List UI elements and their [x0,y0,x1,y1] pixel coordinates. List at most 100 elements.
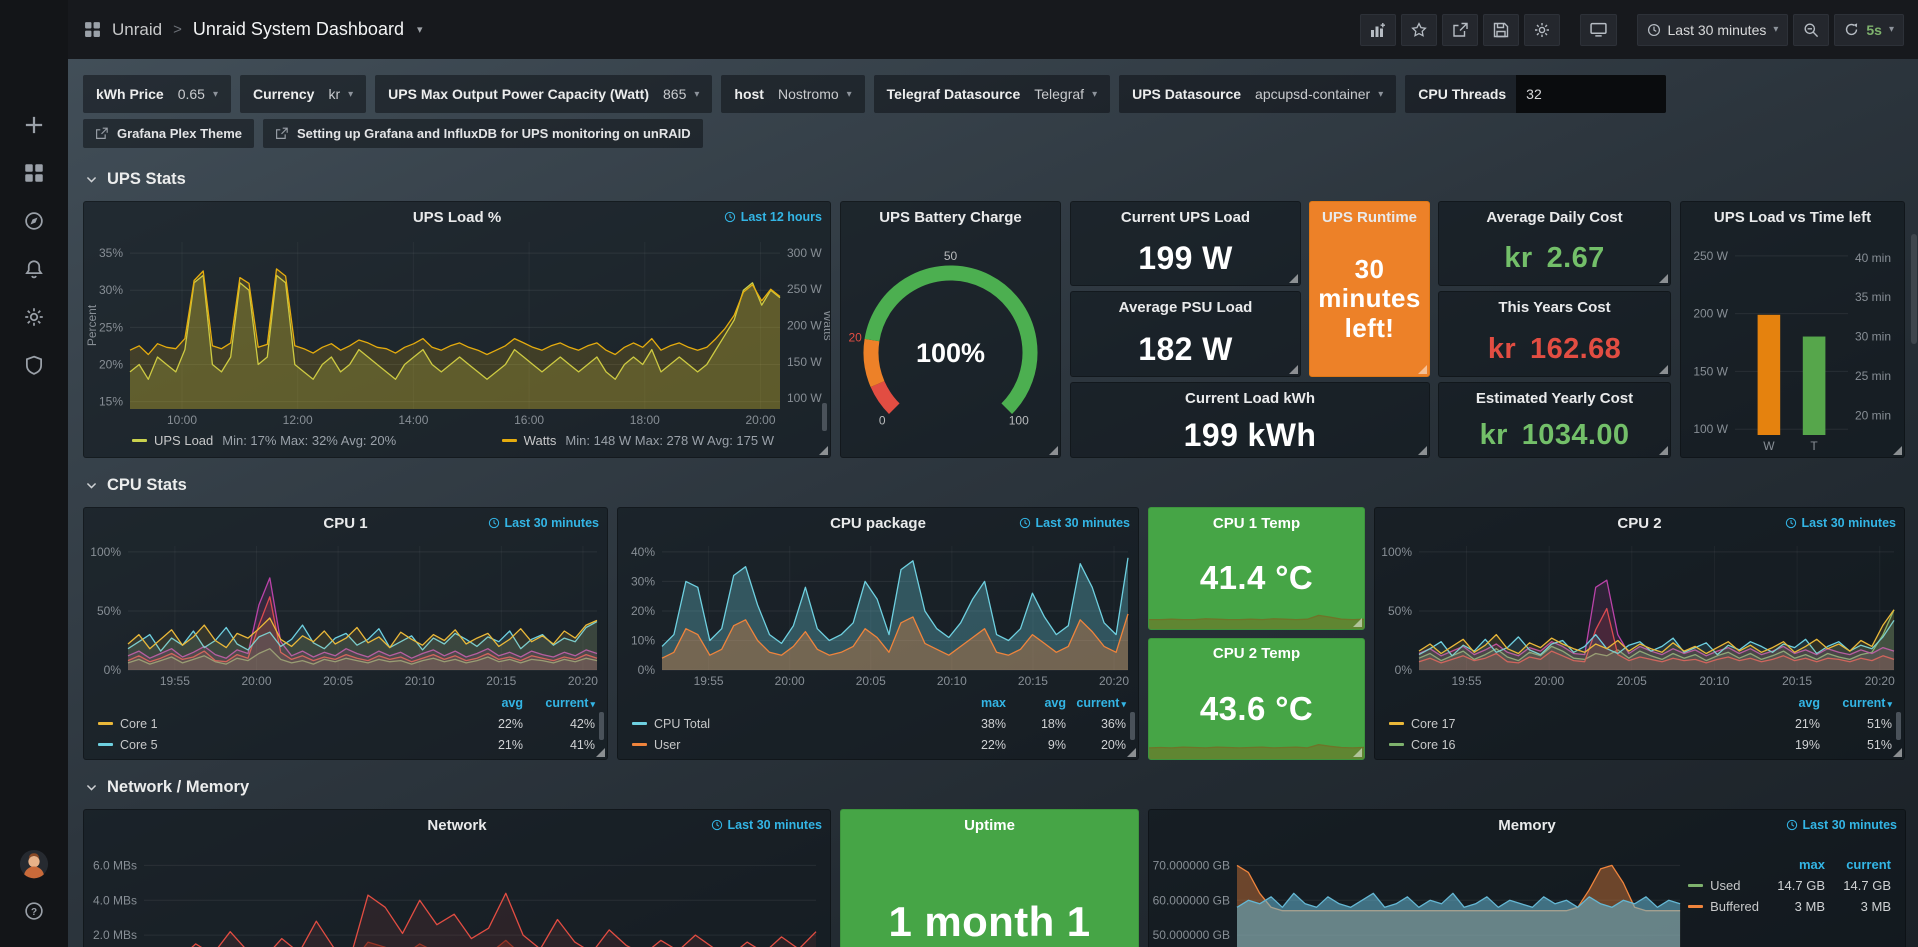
section-network-memory[interactable]: Network / Memory [85,774,1908,800]
save-button[interactable] [1483,14,1519,46]
panel-resize-handle[interactable] [1418,365,1427,374]
cpu-threads-input[interactable] [1516,75,1666,113]
dashboard-title[interactable]: Unraid System Dashboard [193,19,404,40]
ups-load-time-bar-chart[interactable]: 250 W200 W150 W100 W40 min35 min30 min25… [1681,232,1904,457]
panel-title[interactable]: Network [427,817,486,834]
panel-title[interactable]: UPS Load vs Time left [1714,209,1871,226]
help-icon[interactable] [24,901,44,921]
panel-title[interactable]: Uptime [964,817,1015,834]
legend-series[interactable]: Used [1710,878,1759,893]
cpu2-temp-sparkline [1149,721,1364,759]
legend-scrollbar[interactable] [1130,712,1135,740]
legend-series[interactable]: Core 16 [1411,738,1748,752]
dashboard-grid-icon[interactable] [84,21,101,38]
panel-title[interactable]: Estimated Yearly Cost [1476,390,1633,407]
alerting-bell-icon[interactable] [24,259,44,279]
title-caret-icon[interactable]: ▾ [417,23,423,36]
variable-host[interactable]: host Nostromo▾ [721,75,864,113]
panel-title[interactable]: Average PSU Load [1119,299,1253,316]
memory-chart[interactable]: 70.000000 GB60.000000 GB50.000000 GB [1149,840,1688,947]
panel-resize-handle[interactable] [596,748,605,757]
scrollbar-thumb[interactable] [1911,234,1917,344]
cpu2-chart[interactable]: 100%50%0%19:5520:0020:0520:1020:1520:20 [1375,538,1904,690]
panel-resize-handle[interactable] [1289,274,1298,283]
legend-series[interactable]: Core 17 [1411,717,1748,731]
variable-ups-datasource[interactable]: UPS Datasource apcupsd-container▾ [1119,75,1396,113]
section-ups-stats[interactable]: UPS Stats [85,166,1908,192]
server-admin-shield-icon[interactable] [24,355,44,375]
panel-title[interactable]: This Years Cost [1498,299,1610,316]
legend-header-max[interactable]: max [946,696,1006,710]
panel-resize-handle[interactable] [1353,618,1362,627]
legend-header-avg[interactable]: avg [451,696,523,710]
legend-header-max[interactable]: max [1759,857,1825,872]
add-icon[interactable] [24,115,44,135]
panel-title[interactable]: CPU 2 Temp [1213,645,1300,662]
star-button[interactable] [1401,14,1437,46]
legend-header-current[interactable]: current▾ [1820,696,1892,710]
panel-resize-handle[interactable] [1659,274,1668,283]
legend-scrollbar[interactable] [822,403,827,431]
legend-header-avg[interactable]: avg [1748,696,1820,710]
panel-resize-handle[interactable] [1289,365,1298,374]
explore-compass-icon[interactable] [24,211,44,231]
variable-kwh-price[interactable]: kWh Price 0.65▾ [83,75,231,113]
panel-title[interactable]: Memory [1498,817,1556,834]
panel-title[interactable]: Average Daily Cost [1486,209,1622,226]
panel-title[interactable]: UPS Battery Charge [879,209,1022,226]
time-range-picker[interactable]: Last 30 minutes ▾ [1637,14,1789,46]
refresh-button[interactable]: 5s ▾ [1834,14,1904,46]
legend-series[interactable]: Buffered [1710,899,1759,914]
breadcrumb-folder[interactable]: Unraid [112,20,162,40]
ups-load-chart[interactable]: 35%30%25%20%15%300 W250 W200 W150 W100 W… [84,232,830,431]
share-button[interactable] [1442,14,1478,46]
variable-ups-max-output[interactable]: UPS Max Output Power Capacity (Watt) 865… [375,75,712,113]
tv-mode-button[interactable] [1580,14,1617,46]
panel-resize-handle[interactable] [1659,365,1668,374]
legend-header-avg[interactable]: avg [1006,696,1066,710]
panel-title[interactable]: CPU 1 Temp [1213,515,1300,532]
panel-resize-handle[interactable] [1418,446,1427,455]
dashboards-icon[interactable] [24,163,44,183]
dashboard-settings-button[interactable] [1524,14,1560,46]
variable-telegraf-datasource[interactable]: Telegraf Datasource Telegraf▾ [874,75,1110,113]
legend-series[interactable]: CPU Total [654,717,946,731]
zoom-out-button[interactable] [1793,14,1829,46]
panel-resize-handle[interactable] [819,446,828,455]
panel-title[interactable]: CPU package [830,515,926,532]
panel-resize-handle[interactable] [1353,748,1362,757]
panel-resize-handle[interactable] [1127,748,1136,757]
legend-series[interactable]: UPS Load [154,433,213,448]
legend-header-current[interactable]: current [1825,857,1891,872]
panel-title[interactable]: UPS Load % [413,209,501,226]
panel-resize-handle[interactable] [1893,446,1902,455]
legend-series[interactable]: User [654,738,946,752]
legend-scrollbar[interactable] [1896,712,1901,740]
legend-header-current[interactable]: current▾ [523,696,595,710]
panel-resize-handle[interactable] [1659,446,1668,455]
refresh-interval-label[interactable]: 5s [1866,22,1882,38]
variable-currency[interactable]: Currency kr▾ [240,75,366,113]
legend-header-current[interactable]: current▾ [1066,696,1126,710]
link-grafana-plex-theme[interactable]: Grafana Plex Theme [83,119,254,148]
legend-scrollbar[interactable] [599,712,604,740]
cpu-package-chart[interactable]: 40%30%20%10%0%19:5520:0020:0520:1020:152… [618,538,1138,690]
configuration-gear-icon[interactable] [24,307,44,327]
panel-title[interactable]: Current UPS Load [1121,209,1250,226]
panel-resize-handle[interactable] [1049,446,1058,455]
avatar[interactable] [19,849,49,879]
panel-title[interactable]: UPS Runtime [1322,209,1417,226]
add-panel-button[interactable] [1360,14,1396,46]
panel-resize-handle[interactable] [1893,748,1902,757]
panel-title[interactable]: CPU 1 [323,515,367,532]
grafana-logo[interactable] [0,0,68,59]
legend-series[interactable]: Core 5 [120,738,451,752]
panel-title[interactable]: CPU 2 [1617,515,1661,532]
section-cpu-stats[interactable]: CPU Stats [85,472,1908,498]
panel-title[interactable]: Current Load kWh [1185,390,1315,407]
legend-series[interactable]: Core 1 [120,717,451,731]
cpu1-chart[interactable]: 100%50%0%19:5520:0020:0520:1020:1520:20 [84,538,607,690]
network-chart[interactable]: 6.0 MBs4.0 MBs2.0 MBs [84,840,830,947]
legend-series[interactable]: Watts [524,433,557,448]
link-ups-monitoring-guide[interactable]: Setting up Grafana and InfluxDB for UPS … [263,119,703,148]
